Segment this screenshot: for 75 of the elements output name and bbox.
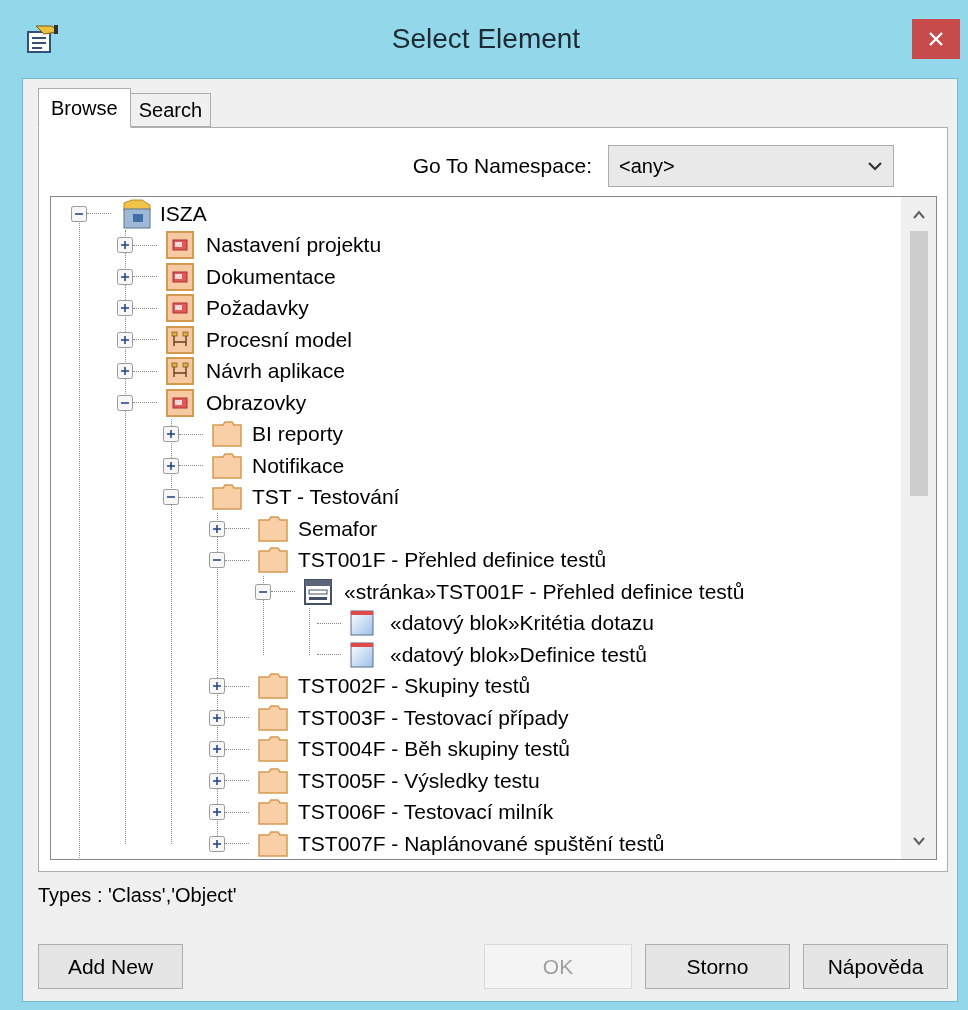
folder-icon bbox=[258, 515, 288, 542]
diagram-package-icon bbox=[166, 357, 194, 386]
expand-icon[interactable] bbox=[209, 678, 225, 695]
expand-icon[interactable] bbox=[209, 709, 225, 726]
tree-item[interactable]: Obrazovky bbox=[206, 389, 307, 416]
expand-icon[interactable] bbox=[209, 520, 225, 537]
dialog-button[interactable]: Storno bbox=[645, 944, 790, 989]
expand-icon[interactable] bbox=[209, 835, 225, 852]
folder-icon bbox=[258, 799, 288, 826]
expand-icon[interactable] bbox=[117, 363, 133, 380]
expand-icon[interactable] bbox=[117, 268, 133, 285]
expand-icon[interactable] bbox=[209, 741, 225, 758]
tree-item[interactable]: BI reporty bbox=[252, 421, 344, 448]
namespace-label: Go To Namespace: bbox=[412, 153, 592, 180]
tree-item[interactable]: Návrh aplikace bbox=[206, 358, 345, 385]
package-icon bbox=[166, 262, 194, 291]
tree-item[interactable]: ISZA bbox=[160, 200, 207, 227]
package-icon bbox=[166, 388, 194, 417]
scrollbar[interactable] bbox=[901, 197, 936, 859]
tree-item[interactable]: «datový blok»Definice testů bbox=[390, 641, 647, 668]
collapse-icon[interactable] bbox=[71, 205, 87, 222]
tree-item[interactable]: Semafor bbox=[298, 515, 378, 542]
namespace-dropdown[interactable]: <any> bbox=[608, 145, 894, 187]
expand-icon[interactable] bbox=[163, 426, 179, 443]
tree-item[interactable]: «stránka»TST001F - Přehled definice testů bbox=[344, 578, 745, 605]
tree-item[interactable]: TST001F - Přehled definice testů bbox=[298, 547, 607, 574]
folder-icon bbox=[258, 830, 288, 857]
data-block-icon bbox=[350, 641, 374, 668]
data-block-icon bbox=[350, 610, 374, 637]
tree-item[interactable]: TST007F - Naplánované spuštění testů bbox=[298, 830, 665, 857]
dialog-button[interactable]: Nápověda bbox=[803, 944, 948, 989]
tree-item[interactable]: TST003F - Testovací případy bbox=[298, 704, 569, 731]
close-icon bbox=[929, 32, 943, 46]
folder-icon bbox=[258, 673, 288, 700]
dialog-button[interactable]: Add New bbox=[38, 944, 183, 989]
expand-icon[interactable] bbox=[117, 331, 133, 348]
expand-icon[interactable] bbox=[209, 772, 225, 789]
types-text: Types : 'Class','Object' bbox=[38, 883, 238, 908]
expand-icon[interactable] bbox=[117, 237, 133, 254]
tree-item[interactable]: Dokumentace bbox=[206, 263, 336, 290]
tree-item[interactable]: TST005F - Výsledky testu bbox=[298, 767, 540, 794]
expand-icon[interactable] bbox=[163, 457, 179, 474]
collapse-icon[interactable] bbox=[255, 583, 271, 600]
tree-item[interactable]: «datový blok»Kritétia dotazu bbox=[390, 610, 654, 637]
package-icon bbox=[166, 294, 194, 323]
tab[interactable]: Search bbox=[130, 93, 212, 127]
chevron-down-icon bbox=[867, 161, 883, 171]
tree-item[interactable]: TST002F - Skupiny testů bbox=[298, 673, 531, 700]
folder-icon bbox=[258, 547, 288, 574]
tree-item[interactable]: Požadavky bbox=[206, 295, 309, 322]
diagram-package-icon bbox=[166, 325, 194, 354]
tree-item[interactable]: TST004F - Běh skupiny testů bbox=[298, 736, 570, 763]
folder-icon bbox=[212, 484, 242, 511]
tab[interactable]: Browse bbox=[38, 88, 131, 128]
folder-icon bbox=[258, 704, 288, 731]
tree-item[interactable]: Nastavení projektu bbox=[206, 232, 382, 259]
filing-cabinet-icon bbox=[120, 198, 154, 229]
folder-icon bbox=[212, 421, 242, 448]
folder-icon bbox=[258, 736, 288, 763]
window-title: Select Element bbox=[391, 22, 581, 56]
close-button[interactable] bbox=[912, 19, 960, 59]
tree-item[interactable]: Notifikace bbox=[252, 452, 345, 479]
collapse-icon[interactable] bbox=[209, 552, 225, 569]
tree-item[interactable]: TST - Testování bbox=[252, 484, 400, 511]
package-icon bbox=[166, 231, 194, 260]
folder-icon bbox=[212, 452, 242, 479]
expand-icon[interactable] bbox=[117, 300, 133, 317]
folder-icon bbox=[258, 767, 288, 794]
scrollbar-thumb[interactable] bbox=[909, 231, 928, 496]
collapse-icon[interactable] bbox=[163, 489, 179, 506]
collapse-icon[interactable] bbox=[117, 394, 133, 411]
app-icon[interactable] bbox=[26, 24, 60, 54]
tree-item[interactable]: TST006F - Testovací milník bbox=[298, 799, 554, 826]
expand-icon[interactable] bbox=[209, 804, 225, 821]
tree-item[interactable]: Procesní model bbox=[206, 326, 352, 353]
